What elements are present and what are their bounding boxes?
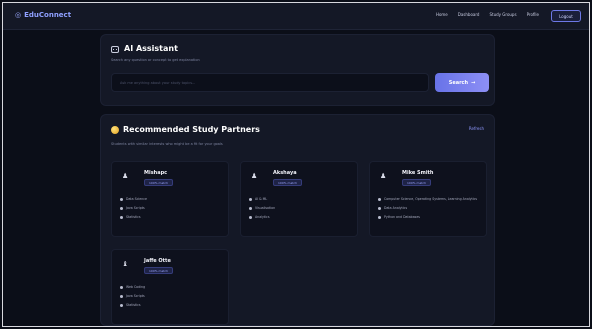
- interest-label: Java Scripts: [126, 205, 145, 210]
- recommended-header: Recommended Study Partners: [111, 126, 260, 134]
- nav-links: Home Dashboard Study Groups Profile: [436, 13, 539, 17]
- interest-label: AI & ML: [255, 197, 268, 201]
- nav-link-home[interactable]: Home: [436, 13, 448, 17]
- interest-label: Statistics: [126, 302, 141, 307]
- interest-item: Data Analytics: [378, 206, 482, 211]
- partner-name: Mike Smith: [402, 170, 434, 176]
- match-badge: 100% match: [144, 267, 174, 274]
- refresh-link[interactable]: Refresh: [469, 127, 484, 131]
- match-badge: 100% match: [402, 179, 432, 186]
- bullet-icon: [249, 198, 252, 201]
- ai-search-input[interactable]: Ask me anything about your study topics.…: [111, 73, 429, 92]
- bullet-icon: [120, 303, 123, 307]
- bullet-icon: [249, 206, 252, 210]
- nav-link-profile[interactable]: Profile: [527, 13, 539, 17]
- interest-label: Computer Science, Operating Systems, Lea…: [384, 197, 478, 201]
- brand-icon: ◎: [15, 11, 22, 19]
- bullet-icon: [249, 215, 252, 219]
- user-icon: ♝: [122, 260, 129, 268]
- ai-search-button[interactable]: Search →: [435, 73, 489, 92]
- partner-interests: Computer Science, Operating Systems, Lea…: [378, 197, 482, 223]
- recommended-title: Recommended Study Partners: [123, 125, 260, 134]
- partner-interests: Web Coding Java Scripts Statistics: [120, 285, 224, 311]
- partner-card[interactable]: ♟ Akshaya 100% match AI & ML Visualisati…: [240, 161, 358, 237]
- recommended-partners-card: Recommended Study Partners Refresh Stude…: [100, 114, 495, 326]
- interest-item: Web Coding: [120, 285, 224, 290]
- interest-label: Java Scripts: [126, 293, 145, 298]
- interest-label: Data Science: [126, 197, 147, 201]
- partner-name: Akshaya: [273, 170, 297, 176]
- brand-logo[interactable]: ◎ EduConnect: [15, 12, 71, 19]
- interest-item: Analytics: [249, 215, 353, 220]
- partner-card[interactable]: ♟ Mishapc 100% match Data Science Java S…: [111, 161, 229, 237]
- interest-item: Computer Science, Operating Systems, Lea…: [378, 197, 482, 202]
- ai-assistant-card: AI Assistant Search any question or conc…: [100, 34, 495, 106]
- bullet-icon: [120, 294, 123, 298]
- brand-name: EduConnect: [24, 11, 72, 19]
- interest-item: Statistics: [120, 303, 224, 308]
- partner-card[interactable]: ♟ Mike Smith 100% match Computer Science…: [369, 161, 487, 237]
- ai-assistant-subtitle: Search any question or concept to get ex…: [111, 58, 200, 62]
- partner-interests: AI & ML Visualisation Analytics: [249, 197, 353, 223]
- interest-item: Statistics: [120, 215, 224, 220]
- ai-assistant-title: AI Assistant: [124, 44, 178, 53]
- interest-item: Visualisation: [249, 206, 353, 211]
- bullet-icon: [378, 198, 381, 201]
- star-icon: [111, 126, 119, 134]
- top-navbar: ◎ EduConnect Home Dashboard Study Groups…: [3, 3, 589, 30]
- logout-button[interactable]: Logout: [551, 10, 581, 22]
- interest-label: Statistics: [126, 214, 141, 219]
- bullet-icon: [378, 206, 381, 210]
- interest-item: Java Scripts: [120, 294, 224, 299]
- interest-label: Analytics: [255, 214, 270, 219]
- bullet-icon: [120, 198, 123, 201]
- partner-interests: Data Science Java Scripts Statistics: [120, 197, 224, 223]
- interest-label: Data Analytics: [384, 205, 408, 210]
- interest-label: Python and Databases: [384, 214, 420, 219]
- bullet-icon: [378, 215, 381, 219]
- interest-item: Java Scripts: [120, 206, 224, 211]
- user-icon: ♟: [122, 172, 129, 180]
- bullet-icon: [120, 206, 123, 210]
- partner-name: Jaffe Otte: [144, 258, 171, 264]
- match-badge: 100% match: [144, 179, 174, 186]
- ai-assistant-header: AI Assistant: [111, 45, 178, 53]
- match-badge: 100% match: [273, 179, 303, 186]
- interest-label: Web Coding: [126, 285, 146, 289]
- nav-link-study-groups[interactable]: Study Groups: [489, 13, 516, 17]
- interest-item: Python and Databases: [378, 215, 482, 220]
- interest-item: Data Science: [120, 197, 224, 202]
- nav-link-dashboard[interactable]: Dashboard: [458, 13, 480, 17]
- bullet-icon: [120, 286, 123, 289]
- interest-item: AI & ML: [249, 197, 353, 202]
- ai-search-button-label: Search: [448, 79, 469, 86]
- user-icon: ♟: [251, 172, 258, 180]
- recommended-subtitle: Students with similar interests who migh…: [111, 142, 223, 146]
- arrow-right-icon: →: [471, 79, 476, 86]
- bullet-icon: [120, 215, 123, 219]
- partner-name: Mishapc: [144, 170, 168, 176]
- user-icon: ♟: [380, 172, 387, 180]
- partner-card[interactable]: ♝ Jaffe Otte 100% match Web Coding Java …: [111, 249, 229, 325]
- robot-icon: [111, 45, 119, 53]
- interest-label: Visualisation: [255, 205, 276, 210]
